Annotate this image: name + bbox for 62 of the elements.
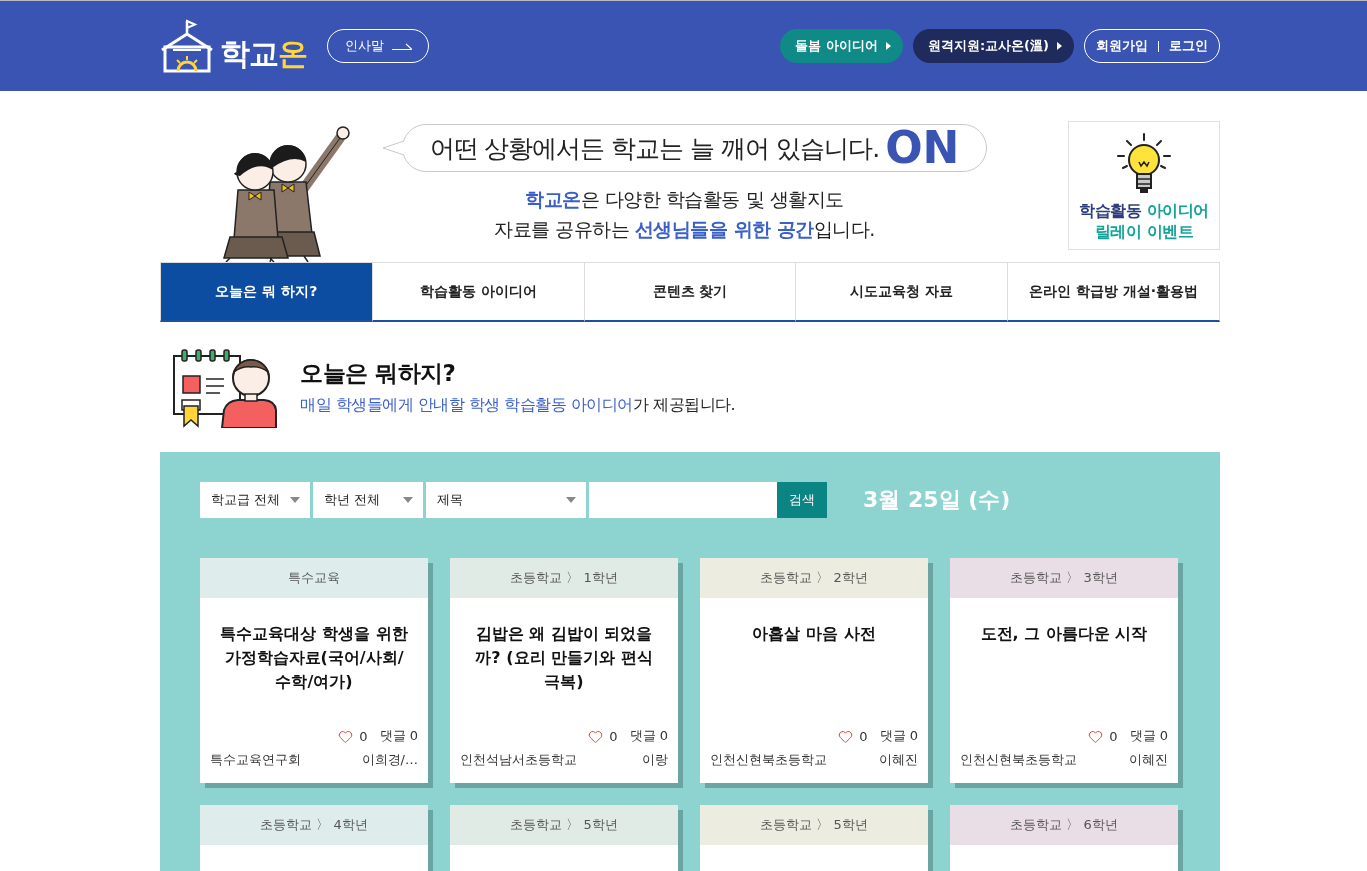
dropdown-caret-icon: [290, 497, 300, 503]
nav-tab[interactable]: 콘텐츠 찾기: [584, 262, 797, 322]
card-title: 특수교육대상 학생을 위한 가정학습자료(국어/사회/수학/여가): [219, 623, 409, 693]
card-category: 특수교육: [200, 558, 428, 598]
dropdown-caret-icon: [403, 497, 413, 503]
slogan-mark: ON: [885, 126, 960, 170]
signup-link[interactable]: 회원가입: [1096, 37, 1148, 55]
like-count: 0: [1109, 728, 1118, 744]
search-button[interactable]: 검색: [777, 482, 827, 518]
caret-icon: [885, 42, 891, 50]
school-name: 특수교육연구회: [210, 751, 301, 769]
nav-tab[interactable]: 시도교육청 자료: [796, 262, 1009, 322]
school-name: 인천석남서초등학교: [460, 751, 577, 769]
slogan-text: 어떤 상황에서든 학교는 늘 깨어 있습니다.: [429, 132, 880, 165]
event-label: 학습활동 아이디어 릴레이 이벤트: [1079, 200, 1209, 242]
nav-button[interactable]: 원격지원:교사온(溫): [912, 29, 1074, 63]
comment-count: 댓글 0: [379, 727, 418, 745]
section-title: 오늘은 뭐하지?: [300, 359, 457, 388]
heart-icon[interactable]: [1088, 728, 1104, 744]
caret-icon: [1057, 42, 1062, 50]
heart-icon[interactable]: [588, 728, 604, 744]
dropdown-caret-icon: [566, 497, 576, 503]
filter-select[interactable]: 제목: [426, 482, 586, 518]
author-name: 이혜진: [879, 751, 918, 769]
card-category: 초등학교 〉 2학년: [700, 558, 928, 598]
school-name: 인천신현북초등학교: [960, 751, 1077, 769]
login-link[interactable]: 로그인: [1169, 37, 1208, 55]
author-name: 이랑: [642, 751, 668, 769]
card-category: 초등학교 〉 5학년: [450, 805, 678, 845]
school-icon: [160, 19, 214, 73]
comment-count: 댓글 0: [879, 727, 918, 745]
author-name: 이혜진: [1129, 751, 1168, 769]
heart-icon[interactable]: [338, 728, 354, 744]
nav-button[interactable]: 돌봄 아이디어: [780, 29, 903, 63]
logo-text[interactable]: 학교온: [220, 39, 307, 73]
event-banner[interactable]: 학습활동 아이디어 릴레이 이벤트: [1068, 121, 1220, 250]
card-category: 초등학교 〉 3학년: [950, 558, 1178, 598]
card-category: 초등학교 〉 4학년: [200, 805, 428, 845]
like-count: 0: [359, 728, 368, 744]
school-name: 인천신현북초등학교: [710, 751, 827, 769]
banner-description: 학교온은 다양한 학습활동 및 생활지도 자료를 공유하는 선생님들을 위한 공간입니다.: [494, 187, 875, 242]
filter-select[interactable]: 학년 전체: [313, 482, 423, 518]
section-description: 매일 학생들에게 안내할 학생 학습활동 아이디어가 제공됩니다.: [300, 395, 736, 416]
card-category: 초등학교 〉 5학년: [700, 805, 928, 845]
nav-tab[interactable]: 오늘은 뭐 하지?: [160, 262, 373, 322]
author-name: 이희경/…: [361, 751, 418, 769]
date-text: 3월 25일 (수): [863, 486, 1011, 514]
lightbulb-icon: [1115, 132, 1173, 196]
card-title: 김밥은 왜 김밥이 되었을까? (요리 만들기와 편식 극복): [474, 623, 654, 693]
like-count: 0: [859, 728, 868, 744]
filter-select[interactable]: 학교급 전체: [200, 482, 310, 518]
like-count: 0: [609, 728, 618, 744]
nav-tab[interactable]: 온라인 학급방 개설·활용법: [1008, 262, 1220, 322]
card-category: 초등학교 〉 1학년: [450, 558, 678, 598]
card-title: 도전, 그 아름다운 시작: [979, 623, 1149, 645]
comment-count: 댓글 0: [629, 727, 668, 745]
card-title: 아홉살 마음 사전: [751, 623, 877, 645]
nav-tab[interactable]: 학습활동 아이디어: [372, 262, 585, 322]
card-category: 초등학교 〉 6학년: [950, 805, 1178, 845]
heart-icon[interactable]: [838, 728, 854, 744]
comment-count: 댓글 0: [1129, 727, 1168, 745]
search-field[interactable]: [589, 482, 777, 518]
